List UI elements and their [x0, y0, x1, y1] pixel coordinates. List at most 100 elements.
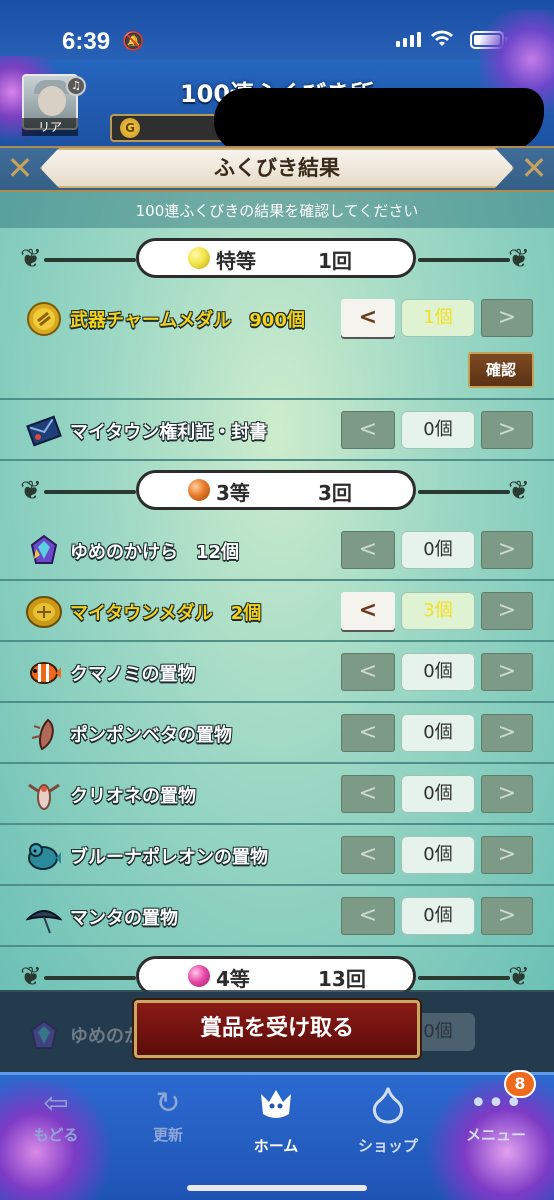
- item-name: ゆめのか: [70, 1026, 142, 1047]
- pink-orb-icon: [188, 965, 210, 987]
- orange-orb-icon: [188, 479, 210, 501]
- decrease-button[interactable]: <: [341, 299, 395, 337]
- scroll-ornament-icon: ❦: [508, 476, 530, 506]
- section-header-4th: ❦ 4等 13回 ❦: [0, 956, 554, 992]
- quantity-display: 1個: [401, 299, 475, 337]
- clione-icon: [26, 777, 62, 813]
- bell-muted-icon: 🔕: [122, 31, 145, 52]
- manta-icon: [24, 899, 64, 935]
- section-header-special: ❦ 特等 1回 ❦: [0, 238, 554, 282]
- increase-button[interactable]: >: [481, 897, 533, 935]
- section-plate: [136, 470, 416, 510]
- redaction-overlay: [214, 88, 544, 152]
- nav-label: メニュー: [465, 1126, 526, 1144]
- list-item: マンタの置物 < 0個 >: [0, 886, 554, 947]
- betta-icon: [26, 716, 62, 752]
- decrease-button[interactable]: <: [341, 592, 395, 630]
- gold-medal-icon: [26, 301, 62, 337]
- deed-envelope-icon: [26, 413, 62, 449]
- scroll-ornament-icon: ❦: [508, 244, 530, 274]
- section-count: 13回: [318, 967, 366, 991]
- section-header-3rd: ❦ 3等 3回 ❦: [0, 470, 554, 514]
- increase-button[interactable]: >: [481, 411, 533, 449]
- decrease-button[interactable]: <: [341, 836, 395, 874]
- nav-shop[interactable]: ショップ: [338, 1084, 438, 1155]
- decrease-button[interactable]: <: [341, 897, 395, 935]
- section-count: 3回: [318, 481, 352, 505]
- list-item: マイタウンメダル 2個 < 3個 >: [0, 581, 554, 642]
- list-item: 武器チャームメダル 900個 < 1個 >: [0, 288, 554, 349]
- nav-label: ショップ: [357, 1137, 418, 1155]
- list-item: ゆめのかけら 12個 < 0個 >: [0, 520, 554, 581]
- nav-home[interactable]: ホーム: [226, 1084, 326, 1155]
- quantity-display: 0個: [401, 775, 475, 813]
- decrease-button[interactable]: <: [341, 775, 395, 813]
- list-item: ブルーナポレオンの置物 < 0個 >: [0, 825, 554, 886]
- list-item: クリオネの置物 < 0個 >: [0, 764, 554, 825]
- ornament-line: [418, 490, 510, 494]
- home-indicator: [187, 1185, 367, 1191]
- increase-button[interactable]: >: [481, 592, 533, 630]
- wifi-icon: [430, 28, 454, 53]
- list-item: クマノミの置物 < 0個 >: [0, 642, 554, 703]
- section-rank: 特等: [216, 249, 256, 273]
- scroll-ornament-icon: ❦: [20, 476, 42, 506]
- decrease-button[interactable]: <: [341, 653, 395, 691]
- scroll-ornament-icon: ❦: [20, 962, 42, 992]
- item-name: ポンポンベタの置物: [70, 725, 232, 746]
- item-name: 武器チャームメダル 900個: [70, 310, 305, 331]
- decrease-button[interactable]: <: [341, 411, 395, 449]
- menu-notification-badge: 8: [504, 1070, 536, 1098]
- quantity-display: 0個: [401, 714, 475, 752]
- nav-back[interactable]: ⇦ もどる: [6, 1084, 106, 1154]
- increase-button[interactable]: >: [481, 531, 533, 569]
- section-plate: [136, 956, 416, 992]
- ornament-line: [44, 976, 136, 980]
- ornament-line: [44, 490, 136, 494]
- result-title: ふくびき結果: [214, 156, 340, 180]
- back-arrow-icon: ⇦: [43, 1086, 69, 1121]
- increase-button[interactable]: >: [481, 836, 533, 874]
- status-time: 6:39: [62, 28, 111, 55]
- nav-label: 更新: [152, 1126, 183, 1144]
- decrease-button[interactable]: <: [341, 714, 395, 752]
- napoleon-fish-icon: [26, 838, 62, 874]
- clownfish-icon: [26, 655, 62, 691]
- section-plate: [136, 238, 416, 278]
- gold-coin-icon: G: [120, 118, 140, 138]
- nav-label: ホーム: [253, 1137, 299, 1155]
- item-name: ブルーナポレオンの置物: [70, 847, 268, 868]
- claim-prizes-button[interactable]: 賞品を受け取る: [134, 1000, 420, 1058]
- section-rank: 3等: [216, 481, 250, 505]
- decrease-button[interactable]: <: [341, 531, 395, 569]
- ornament-line: [44, 258, 136, 262]
- increase-button[interactable]: >: [481, 714, 533, 752]
- scroll-ornament-icon: ❦: [508, 962, 530, 992]
- slime-shop-icon: [338, 1084, 438, 1135]
- dream-shard-icon: [26, 1018, 62, 1054]
- nav-refresh[interactable]: ↻ 更新: [118, 1084, 218, 1154]
- refresh-icon: ↻: [155, 1086, 181, 1121]
- quantity-display: 3個: [401, 592, 475, 630]
- section-rank: 4等: [216, 967, 250, 991]
- item-name: マイタウン権利証・封書: [70, 422, 268, 443]
- item-name: クリオネの置物: [70, 786, 196, 807]
- increase-button[interactable]: >: [481, 775, 533, 813]
- list-item: ポンポンベタの置物 < 0個 >: [0, 703, 554, 764]
- quantity-display: 0個: [401, 531, 475, 569]
- results-subtitle: 100連ふくびきの結果を確認してください: [135, 202, 419, 220]
- item-name: マンタの置物: [70, 908, 178, 929]
- avatar-name: リア: [22, 118, 78, 136]
- quantity-display: 0個: [401, 411, 475, 449]
- scroll-ornament-icon: ❦: [20, 244, 42, 274]
- ornament-line: [418, 976, 510, 980]
- list-item: マイタウン権利証・封書 < 0個 >: [0, 400, 554, 461]
- results-panel[interactable]: 100連ふくびきの結果を確認してください ❦ 特等 1回 ❦ 武器チャームメダル…: [0, 192, 554, 992]
- nav-label: もどる: [33, 1126, 79, 1144]
- increase-button[interactable]: >: [481, 299, 533, 337]
- confirm-button[interactable]: 確認: [468, 352, 534, 388]
- yellow-orb-icon: [188, 247, 210, 269]
- ornament-line: [418, 258, 510, 262]
- increase-button[interactable]: >: [481, 653, 533, 691]
- quantity-display: 0個: [401, 653, 475, 691]
